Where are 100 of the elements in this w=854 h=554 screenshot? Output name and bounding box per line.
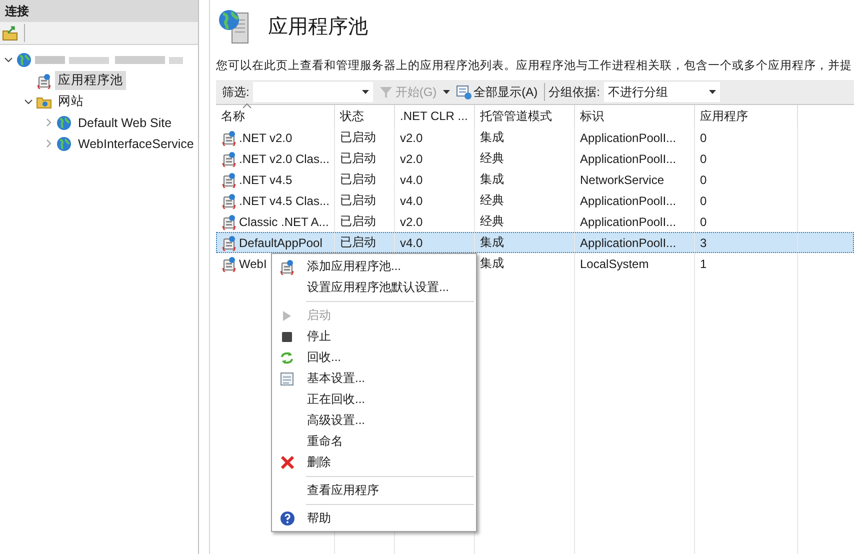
table-cell: .NET v2.0 (239, 130, 292, 144)
table-cell: 集成 (480, 255, 504, 272)
dropdown-caret-icon[interactable] (442, 90, 450, 94)
table-cell: 已启动 (340, 192, 376, 209)
app-pool-icon (221, 172, 237, 188)
table-cell: 经典 (480, 150, 504, 167)
group-by-label: 分组依据: (548, 84, 600, 100)
table-cell: .NET v2.0 Clas... (239, 152, 330, 166)
delete-icon (280, 456, 294, 469)
table-cell: 0 (700, 130, 707, 144)
table-row[interactable]: DefaultAppPool 已启动 v4.0 集成 ApplicationPoolI... 3 (216, 232, 854, 253)
table-cell: v2.0 (400, 130, 423, 144)
menu-item[interactable]: 添加应用程序池... (272, 256, 476, 277)
server-globe-icon (16, 52, 32, 68)
list-refresh-icon (456, 84, 472, 100)
table-cell: Classic .NET A... (239, 214, 329, 228)
panel-title: 连接 (0, 0, 198, 22)
menu-item[interactable]: 停止 (272, 326, 476, 347)
table-cell: LocalSystem (580, 256, 649, 270)
table-cell: ApplicationPoolI... (580, 130, 676, 144)
app-pool-icon (221, 256, 237, 272)
recycle-icon (281, 350, 293, 364)
table-row[interactable]: .NET v2.0 Clas... 已启动 v2.0 经典 ApplicationPoolI... 0 (216, 148, 854, 169)
dropdown-caret-icon[interactable] (709, 90, 716, 94)
page-title: 应用程序池 (268, 14, 368, 40)
app-pool-icon (221, 234, 237, 250)
table-cell: 0 (700, 172, 707, 186)
column-header[interactable]: 应用程序 (695, 105, 798, 127)
table-cell: 已启动 (340, 150, 376, 167)
table-row[interactable]: .NET v4.5 已启动 v4.0 集成 NetworkService 0 (216, 169, 854, 190)
column-header[interactable]: 名称 (216, 105, 335, 127)
menu-item[interactable]: 设置应用程序池默认设置... (272, 277, 476, 298)
funnel-icon (379, 85, 394, 99)
table-cell: 经典 (480, 192, 504, 209)
table-cell: 1 (700, 256, 707, 270)
menu-item[interactable]: 删除 (272, 452, 476, 473)
table-cell: NetworkService (580, 172, 664, 186)
dropdown-caret-icon[interactable] (362, 90, 370, 94)
chevron-down-icon[interactable] (4, 54, 13, 64)
chevron-down-icon[interactable] (24, 96, 33, 106)
show-all-button[interactable]: 全部显示(A) (454, 81, 540, 103)
table-cell: 经典 (480, 213, 504, 230)
table-cell: 集成 (480, 171, 504, 188)
connect-icon[interactable] (2, 25, 18, 41)
table-cell: v2.0 (400, 152, 423, 166)
table-cell: 已启动 (340, 213, 376, 230)
app-pool-icon (221, 214, 237, 230)
chevron-right-icon[interactable] (44, 118, 53, 126)
filter-field[interactable] (253, 82, 374, 102)
table-row[interactable]: .NET v2.0 已启动 v2.0 集成 ApplicationPoolI... 0 (216, 127, 854, 148)
table-cell: ApplicationPoolI... (580, 152, 676, 166)
tree-item[interactable]: 网站 (55, 92, 87, 111)
table-cell: 已启动 (340, 171, 376, 188)
table-cell: 集成 (480, 129, 504, 146)
table-cell: ApplicationPoolI... (580, 236, 676, 250)
page-description: 您可以在此页上查看和管理服务器上的应用程序池列表。应用程序池与工作进程相关联，包含一个或多个应用程序，并提 (216, 58, 853, 74)
table-cell: 已启动 (340, 234, 376, 251)
table-cell: 0 (700, 194, 707, 208)
globe-icon (56, 136, 72, 152)
play-icon (283, 310, 291, 320)
app-pool-icon (279, 258, 295, 274)
menu-item[interactable]: 查看应用程序 (272, 480, 476, 501)
app-pool-icon (221, 192, 237, 208)
app-pool-icon (221, 150, 237, 166)
column-header[interactable]: 状态 (335, 105, 395, 127)
table-cell: .NET v4.5 (239, 172, 292, 186)
tree-item[interactable]: Default Web Site (75, 114, 175, 130)
menu-item[interactable]: 重命名 (272, 431, 476, 452)
app-pool-icon (36, 72, 52, 88)
menu-item[interactable]: 基本设置... (272, 368, 476, 389)
table-cell: 3 (700, 236, 707, 250)
column-header[interactable]: 标识 (575, 105, 695, 127)
menu-item[interactable]: 高级设置... (272, 410, 476, 431)
table-cell: .NET v4.5 Clas... (239, 194, 330, 208)
table-cell: 集成 (480, 234, 504, 251)
table-cell: v2.0 (400, 214, 423, 228)
menu-item[interactable]: 回收... (272, 347, 476, 368)
settings-sheet-icon (280, 372, 294, 386)
chevron-right-icon[interactable] (44, 138, 53, 148)
app-pool-icon (221, 130, 237, 146)
globe-icon (56, 114, 72, 130)
menu-item[interactable]: 帮助 (272, 508, 476, 529)
table-cell: 已启动 (340, 129, 376, 146)
table-cell: 0 (700, 214, 707, 228)
stop-icon (282, 332, 292, 342)
table-cell: 0 (700, 152, 707, 166)
table-cell: ApplicationPoolI... (580, 194, 676, 208)
table-cell: WebI (239, 256, 267, 270)
menu-item[interactable]: 正在回收... (272, 389, 476, 410)
table-cell: DefaultAppPool (239, 236, 322, 250)
help-icon (280, 511, 294, 526)
column-header[interactable]: .NET CLR ... (395, 105, 475, 127)
table-cell: ApplicationPoolI... (580, 214, 676, 228)
filter-label: 筛选: (222, 84, 250, 100)
table-cell: v4.0 (400, 194, 423, 208)
column-header[interactable]: 托管管道模式 (475, 105, 575, 127)
table-row[interactable]: .NET v4.5 Clas... 已启动 v4.0 经典 ApplicationPoolI... 0 (216, 190, 854, 211)
tree-item[interactable]: WebInterfaceService (75, 136, 197, 152)
group-by-dropdown[interactable]: 不进行分组 (604, 82, 720, 102)
tree-item[interactable]: 应用程序池 (55, 71, 126, 90)
